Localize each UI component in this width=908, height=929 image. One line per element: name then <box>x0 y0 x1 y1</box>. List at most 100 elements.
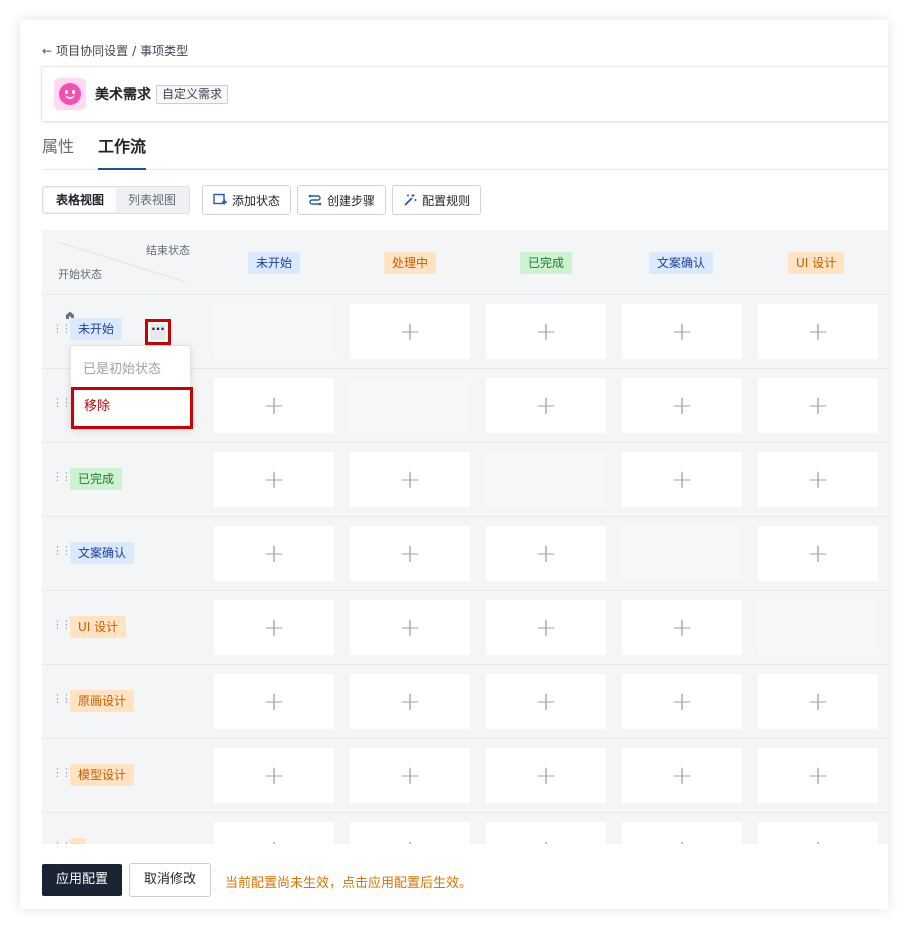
breadcrumb-current: 事项类型 <box>140 44 189 58</box>
add-transition-cell[interactable]: + <box>350 748 470 803</box>
add-transition-cell[interactable]: + <box>350 526 470 581</box>
plus-icon: + <box>399 538 421 569</box>
row-state-tag[interactable]: 文案确认 <box>70 542 135 564</box>
add-transition-cell[interactable]: + <box>214 674 334 729</box>
add-transition-cell[interactable]: + <box>758 526 878 581</box>
add-transition-cell[interactable]: + <box>214 822 334 844</box>
add-transition-cell[interactable]: + <box>758 304 878 359</box>
plus-icon: + <box>671 612 693 643</box>
add-transition-cell[interactable]: + <box>622 674 742 729</box>
apply-config-button[interactable]: 应用配置 <box>42 864 122 896</box>
remove-menu-item[interactable]: 移除 <box>71 387 193 429</box>
unsaved-hint: 当前配置尚未生效，点击应用配置后生效。 <box>225 876 473 891</box>
config-rules-button[interactable]: 配置规则 <box>392 185 482 215</box>
add-transition-cell[interactable]: + <box>350 304 470 359</box>
plus-icon: + <box>535 390 557 421</box>
grid-row: ⋮⋮ UI 设计 + + + + <box>42 591 888 665</box>
plus-icon: + <box>671 464 693 495</box>
drag-handle-icon[interactable]: ⋮⋮ <box>52 693 72 704</box>
drag-handle-icon[interactable]: ⋮⋮ <box>52 545 72 556</box>
plus-icon: + <box>535 760 557 791</box>
magic-wand-icon <box>404 194 417 206</box>
row-state-tag[interactable]: 模型设计 <box>70 764 135 786</box>
table-view-toggle[interactable]: 表格视图 <box>44 188 117 212</box>
config-rules-label: 配置规则 <box>422 193 471 208</box>
add-transition-cell[interactable]: + <box>350 600 470 655</box>
row-state-tag[interactable]: 原画设计 <box>70 690 135 712</box>
add-transition-cell[interactable]: + <box>214 600 334 655</box>
plus-icon: + <box>807 760 829 791</box>
add-state-label: 添加状态 <box>232 193 281 208</box>
grid-row: ⋮⋮ 模型设计 + + + + + <box>42 739 888 813</box>
add-transition-cell[interactable]: + <box>214 378 334 433</box>
plus-icon: + <box>671 686 693 717</box>
corner-end-label: 结束状态 <box>146 244 190 257</box>
add-transition-cell[interactable]: + <box>214 526 334 581</box>
plus-icon: + <box>535 538 557 569</box>
add-transition-cell[interactable]: + <box>758 748 878 803</box>
grid-row: ⋮⋮ 原画设计 + + + + + <box>42 665 888 739</box>
drag-handle-icon[interactable]: ⋮⋮ <box>52 397 72 408</box>
plus-icon: + <box>263 464 285 495</box>
column-header: 未开始 <box>248 252 301 274</box>
plus-icon: + <box>399 835 421 845</box>
add-transition-cell[interactable]: + <box>350 452 470 507</box>
row-action-menu: 已是初始状态 移除 <box>70 345 193 429</box>
list-view-toggle[interactable]: 列表视图 <box>116 188 188 212</box>
cancel-changes-button[interactable]: 取消修改 <box>129 863 211 897</box>
grid-header-row: 结束状态 开始状态 未开始 处理中 已完成 文案确认 UI 设计 <box>42 230 888 295</box>
corner-start-label: 开始状态 <box>58 268 102 281</box>
add-transition-cell[interactable]: + <box>622 452 742 507</box>
create-step-button[interactable]: 创建步骤 <box>297 185 387 215</box>
plus-icon: + <box>399 686 421 717</box>
add-transition-cell[interactable]: + <box>622 822 742 844</box>
add-transition-cell[interactable]: + <box>758 452 878 507</box>
add-transition-cell[interactable]: + <box>214 748 334 803</box>
back-arrow-icon[interactable]: ← <box>42 44 52 58</box>
step-icon <box>308 194 322 206</box>
add-transition-cell[interactable]: + <box>486 378 606 433</box>
tab-bar: 属性 工作流 <box>42 136 888 170</box>
breadcrumb-parent[interactable]: 项目协同设置 <box>56 42 128 59</box>
drag-handle-icon[interactable]: ⋮⋮ <box>52 767 72 778</box>
row-state-tag[interactable]: UI 设计 <box>70 616 127 638</box>
add-state-button[interactable]: 添加状态 <box>202 185 292 215</box>
add-transition-cell[interactable]: + <box>486 304 606 359</box>
plus-icon: + <box>671 316 693 347</box>
plus-icon: + <box>263 612 285 643</box>
add-transition-cell[interactable]: + <box>758 378 878 433</box>
add-transition-cell[interactable]: + <box>486 674 606 729</box>
add-transition-cell[interactable]: + <box>486 526 606 581</box>
drag-handle-icon[interactable]: ⋮⋮ <box>52 323 72 334</box>
add-transition-cell[interactable]: + <box>486 600 606 655</box>
tab-attributes[interactable]: 属性 <box>42 136 74 170</box>
add-transition-cell[interactable]: + <box>350 822 470 844</box>
plus-icon: + <box>671 760 693 791</box>
grid-corner: 结束状态 开始状态 <box>42 230 202 295</box>
tab-workflow[interactable]: 工作流 <box>98 136 147 170</box>
add-transition-cell[interactable]: + <box>350 674 470 729</box>
row-state-tag[interactable]: 未开始 <box>70 318 123 340</box>
transition-cell-disabled <box>214 304 334 359</box>
add-transition-cell[interactable]: + <box>622 748 742 803</box>
add-transition-cell[interactable]: + <box>214 452 334 507</box>
row-more-button[interactable]: ··· <box>145 319 171 345</box>
plus-icon: + <box>535 316 557 347</box>
add-transition-cell[interactable]: + <box>486 822 606 844</box>
plus-icon: + <box>807 686 829 717</box>
drag-handle-icon[interactable]: ⋮⋮ <box>52 619 72 630</box>
add-transition-cell[interactable]: + <box>622 378 742 433</box>
add-transition-cell[interactable]: + <box>758 822 878 844</box>
add-transition-cell[interactable]: + <box>486 748 606 803</box>
add-transition-cell[interactable]: + <box>622 600 742 655</box>
plus-icon: + <box>671 835 693 845</box>
add-transition-cell[interactable]: + <box>758 674 878 729</box>
column-header: UI 设计 <box>788 252 845 274</box>
row-state-tag[interactable]: 已完成 <box>70 468 123 490</box>
create-step-label: 创建步骤 <box>327 193 376 208</box>
issue-type-header: 美术需求 自定义需求 <box>41 66 888 122</box>
column-header: 已完成 <box>520 252 573 274</box>
add-state-icon <box>213 193 228 205</box>
add-transition-cell[interactable]: + <box>622 304 742 359</box>
drag-handle-icon[interactable]: ⋮⋮ <box>52 471 72 482</box>
